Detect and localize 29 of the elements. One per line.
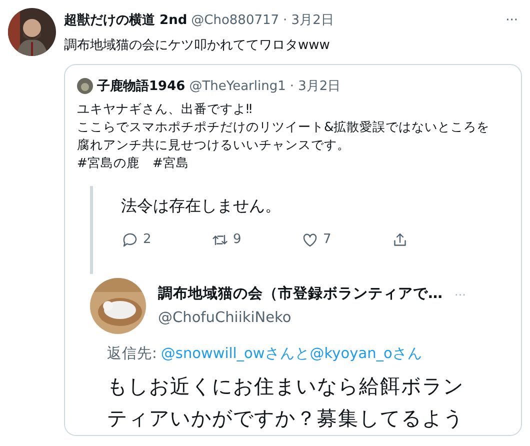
user-name: 子鹿物語1946 [97, 78, 186, 96]
reply-text-line: ティアいかがですか？募集してるよう [107, 404, 465, 432]
share-icon[interactable] [391, 230, 409, 249]
action-count: 9 [233, 231, 242, 249]
user-name: 調布地域猫の会（市登録ボランティアで… [158, 284, 442, 304]
avatar [77, 78, 93, 94]
more-options: ··· [454, 286, 466, 304]
user-handle: @TheYearling1 [189, 78, 286, 96]
action-count: 7 [323, 231, 332, 249]
reply-to-label: 返信先: [107, 345, 157, 364]
user-name[interactable]: 超獣だけの横道 2nd [64, 11, 188, 31]
quote-text-line: ここらでスマホポチポチだけのリツイート&拡散愛誤ではないところを [77, 118, 491, 136]
comment-icon[interactable] [121, 230, 139, 249]
quote-card[interactable] [64, 64, 522, 436]
tweet-text: 法令は存在しません。 [121, 195, 282, 217]
user-handle: @ChofuChiikiNeko [158, 308, 292, 328]
more-options[interactable]: ··· [506, 11, 518, 31]
tweet-date[interactable]: · 3月2日 [283, 11, 334, 31]
avatar[interactable] [8, 8, 56, 56]
quote-text-line: #宮島の鹿 #宮島 [77, 154, 190, 172]
reply-text-line: もしお近くにお住まいなら給餌ボラン [107, 372, 465, 400]
action-count: 2 [143, 231, 152, 249]
tweet-date: · 3月2日 [290, 78, 341, 96]
attached-screenshot[interactable]: 法令は存在しません。 2 9 7 調布地域猫の会（市登録ボランティアで… ··· @ChofuChiikiNeko 返信先: @snowwill_owさんと@kyoyan_oさん もしお近くにお住まいなら給餌ボラン ティアいかがですか？募集してるよう [65, 186, 521, 434]
user-handle[interactable]: @Cho880717 [191, 11, 280, 31]
quote-text-line: ユキヤナギさん、出番ですよ‼ [77, 100, 254, 118]
quote-text-line: 腐れアンチ共に見せつけるいいチャンスです。 [77, 136, 351, 154]
reply-to-link: @snowwill_owさんと@kyoyan_oさん [160, 345, 422, 364]
tweet-text: 調布地域猫の会にケツ叩かれててワロタwww [64, 37, 331, 55]
